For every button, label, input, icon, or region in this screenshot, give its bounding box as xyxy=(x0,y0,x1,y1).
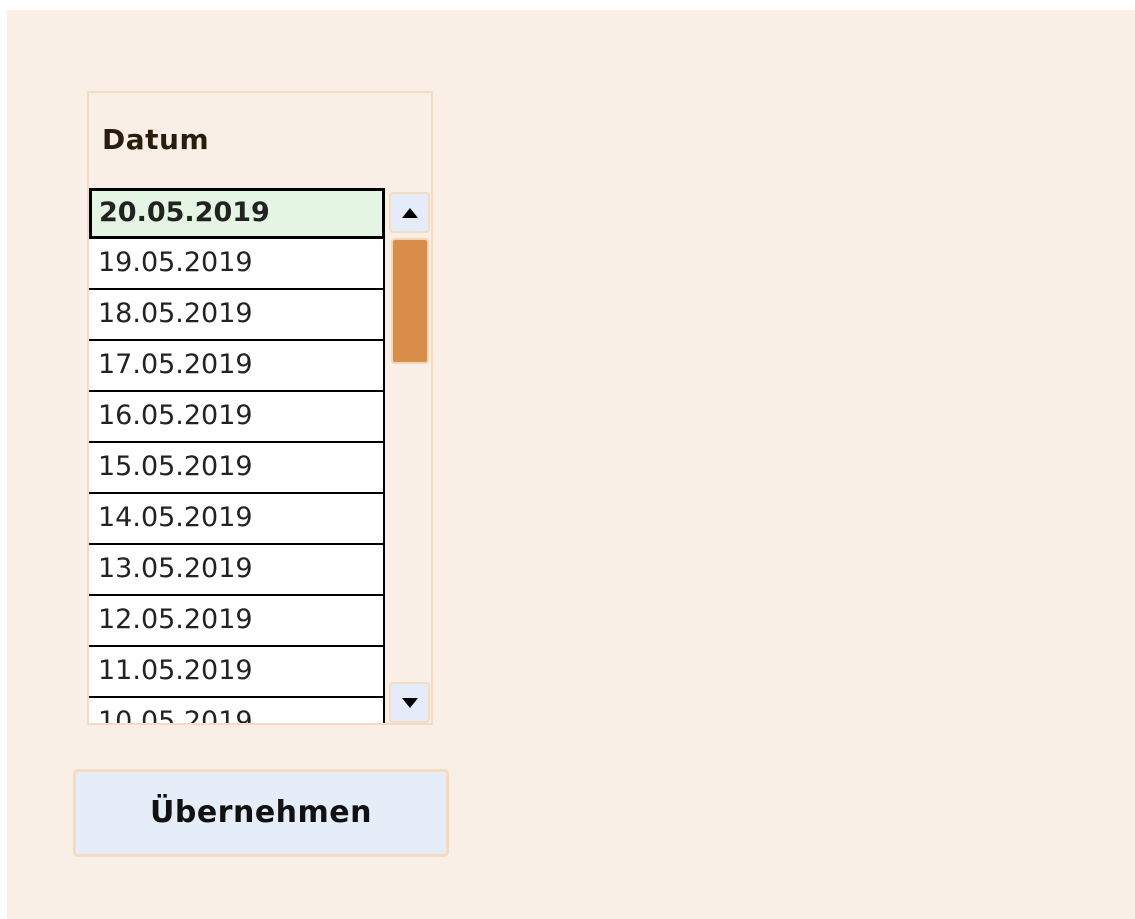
apply-button[interactable]: Übernehmen xyxy=(73,769,449,857)
date-row[interactable]: 12.05.2019 xyxy=(89,596,385,647)
date-row[interactable]: 16.05.2019 xyxy=(89,392,385,443)
date-listbox[interactable]: 20.05.2019 19.05.2019 18.05.2019 17.05.2… xyxy=(89,188,385,723)
date-row[interactable]: 15.05.2019 xyxy=(89,443,385,494)
date-row[interactable]: 10.05.2019 xyxy=(89,698,385,723)
date-row[interactable]: 19.05.2019 xyxy=(89,239,385,290)
date-row[interactable]: 13.05.2019 xyxy=(89,545,385,596)
dialog-window: Datum 20.05.2019 19.05.2019 18.05.2019 1… xyxy=(7,10,1135,919)
vertical-scrollbar[interactable] xyxy=(389,192,431,723)
date-row[interactable]: 18.05.2019 xyxy=(89,290,385,341)
triangle-down-icon xyxy=(401,697,418,708)
date-column-header: Datum xyxy=(102,123,210,156)
triangle-up-icon xyxy=(401,207,418,218)
scroll-up-button[interactable] xyxy=(389,192,430,233)
date-row[interactable]: 14.05.2019 xyxy=(89,494,385,545)
date-row-selected[interactable]: 20.05.2019 xyxy=(89,188,385,239)
date-list-panel: Datum 20.05.2019 19.05.2019 18.05.2019 1… xyxy=(87,91,433,725)
scroll-down-button[interactable] xyxy=(389,682,430,723)
date-row[interactable]: 17.05.2019 xyxy=(89,341,385,392)
scroll-thumb[interactable] xyxy=(391,238,429,364)
date-row[interactable]: 11.05.2019 xyxy=(89,647,385,698)
